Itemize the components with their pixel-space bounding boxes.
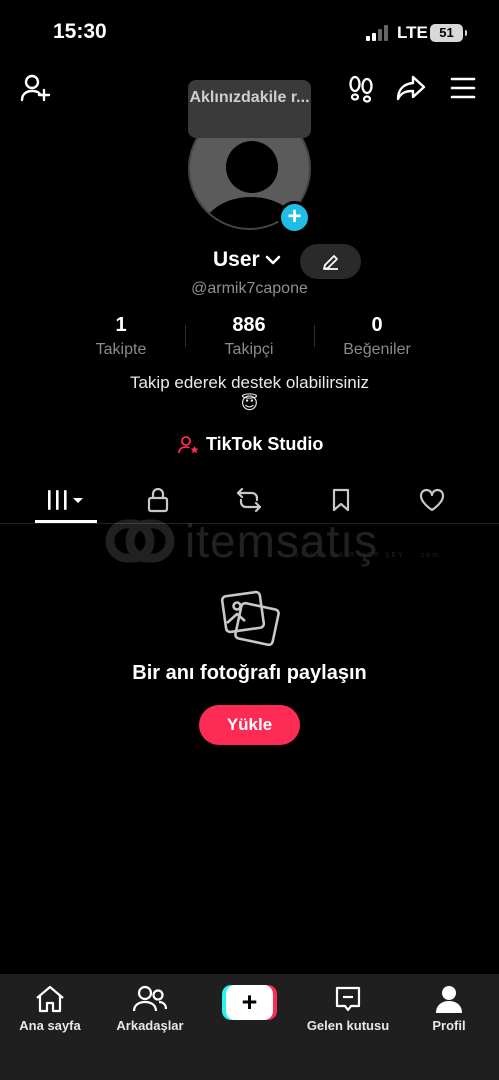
profile-icon	[436, 986, 462, 1013]
user-handle: @armik7capone	[191, 280, 308, 297]
watermark-text: itemsatış	[185, 515, 379, 567]
active-tab-indicator	[35, 520, 97, 523]
status-bar: 15:30 LTE 51	[0, 0, 499, 66]
plus-icon: +	[226, 985, 273, 1020]
chevron-down-icon	[265, 255, 281, 265]
tiktok-studio-link[interactable]: TikTok Studio	[178, 434, 323, 455]
create-button[interactable]: +	[222, 985, 277, 1020]
network-type: LTE	[397, 23, 428, 42]
nav-friends[interactable]: Arkadaşlar	[100, 982, 200, 1033]
photo-stack-icon	[220, 590, 280, 647]
watermark-logo	[105, 519, 175, 563]
bottom-nav: Ana sayfa Arkadaşlar + Gelen kutusu Prof…	[0, 974, 499, 1080]
nav-home[interactable]: Ana sayfa	[0, 982, 100, 1033]
studio-label: TikTok Studio	[206, 434, 324, 454]
inbox-icon	[335, 986, 361, 1012]
nav-inbox[interactable]: Gelen kutusu	[298, 982, 398, 1033]
signal-icon	[366, 25, 392, 41]
friends-icon	[133, 985, 167, 1012]
status-time: 15:30	[53, 20, 107, 43]
videos-grid-icon	[48, 490, 83, 510]
watermark-sub: OYUNA DAİR HER ŞEY · .com	[293, 552, 441, 559]
tab-liked[interactable]	[402, 480, 462, 520]
bio-text: Takip ederek destek olabilirsiniz	[129, 373, 370, 392]
studio-user-star-icon	[178, 435, 199, 453]
share-icon[interactable]	[394, 70, 428, 106]
bookmark-icon	[332, 488, 350, 512]
username-switcher[interactable]: User	[213, 248, 282, 272]
bio: Takip ederek destek olabilirsiniz 😇	[0, 372, 499, 414]
stat-divider	[314, 325, 315, 347]
empty-state-message: Bir anı fotoğrafı paylaşın	[132, 662, 367, 684]
upload-button[interactable]: Yükle	[199, 705, 300, 745]
stat-divider	[185, 325, 186, 347]
pencil-icon	[322, 254, 338, 270]
repost-icon	[236, 487, 262, 513]
stat-following[interactable]: 1 Takipte	[66, 314, 176, 359]
menu-icon[interactable]	[446, 70, 480, 106]
nav-profile[interactable]: Profil	[399, 982, 499, 1033]
footprints-icon[interactable]	[344, 70, 378, 106]
bio-emoji: 😇	[240, 394, 259, 413]
username: User	[213, 248, 260, 271]
battery-icon: 51	[430, 24, 467, 42]
home-icon	[36, 985, 64, 1013]
tab-videos[interactable]	[36, 480, 96, 520]
edit-profile-button[interactable]	[300, 244, 361, 279]
heart-icon	[419, 488, 445, 512]
watermark: itemsatış OYUNA DAİR HER ŞEY · .com	[105, 514, 438, 568]
add-friend-icon[interactable]	[18, 70, 52, 106]
add-avatar-button[interactable]: +	[278, 201, 311, 234]
lock-icon	[147, 487, 169, 513]
stat-likes[interactable]: 0 Beğeniler	[322, 314, 432, 359]
stat-followers[interactable]: 886 Takipçi	[194, 314, 304, 359]
note-bubble[interactable]: Aklınızdakile r...	[188, 80, 311, 138]
